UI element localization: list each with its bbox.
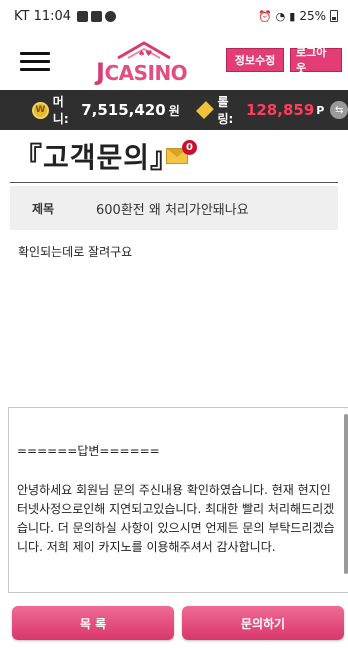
subject-value: 600환전 왜 처리가안돼나요 — [96, 202, 249, 218]
gallery-notification-icon — [77, 10, 89, 22]
alarm-icon: ⏰ — [257, 9, 272, 23]
app-header: ♠♥ JCASINO 정보수정 로그아웃 — [0, 32, 348, 90]
page-title: 『고객문의』 — [14, 141, 180, 174]
answer-box[interactable]: ======답변====== 안녕하세요 회원님 문의 주신내용 확인하였습니다… — [8, 407, 348, 593]
answer-scrollbar[interactable] — [344, 414, 348, 574]
exchange-icon[interactable]: ⇆ — [330, 101, 348, 119]
inquire-button[interactable]: 문의하기 — [182, 606, 344, 640]
app-notification-icon — [91, 10, 103, 22]
title-divider — [10, 182, 338, 183]
wifi-icon: ◔ — [275, 9, 286, 23]
logout-button[interactable]: 로그아웃 — [290, 46, 342, 75]
status-indicators: ⏰ ◔ ▮ 25% — [258, 9, 338, 23]
rolling-value: 128,859 — [245, 101, 315, 119]
menu-icon[interactable] — [20, 52, 50, 72]
messenger-notification-icon — [105, 10, 117, 22]
battery-percent: 25% — [299, 9, 326, 23]
diamond-icon — [195, 101, 214, 119]
logo-text: JCASINO — [96, 58, 188, 86]
jcasino-logo[interactable]: ♠♥ JCASINO — [92, 40, 192, 86]
rolling-label: 롤링: — [217, 95, 234, 126]
answer-heading: ======답변====== — [17, 444, 160, 458]
subject-label: 제목 — [32, 201, 55, 216]
inquiry-body: 확인되는데로 잘려구요 — [18, 245, 133, 259]
money-label: 머니: — [52, 95, 69, 126]
coin-icon: W — [32, 101, 49, 119]
svg-text:♠♥: ♠♥ — [138, 49, 152, 58]
mail-count-badge: 0 — [182, 140, 197, 155]
battery-icon — [330, 10, 338, 22]
signal-icon: ▮ — [289, 9, 296, 23]
money-value: 7,515,420 — [81, 101, 166, 119]
list-button[interactable]: 목 록 — [12, 606, 174, 640]
subject-row: 제목 600환전 왜 처리가안돼나요 — [10, 186, 338, 230]
rolling-unit: P — [316, 103, 325, 117]
edit-info-button[interactable]: 정보수정 — [226, 48, 284, 72]
logo-roof-icon: ♠♥ — [117, 41, 171, 60]
balance-bar: W 머니: 7,515,420 원 롤링: 128,859 P ⇆ — [0, 90, 348, 130]
answer-text: 안녕하세요 회원님 문의 주신내용 확인하였습니다. 현재 현지인터넷사정으로인… — [17, 483, 335, 554]
status-time: KT 11:04 — [14, 8, 72, 24]
money-unit: 원 — [168, 103, 180, 118]
status-bar: KT 11:04 ⏰ ◔ ▮ 25% — [0, 0, 348, 32]
